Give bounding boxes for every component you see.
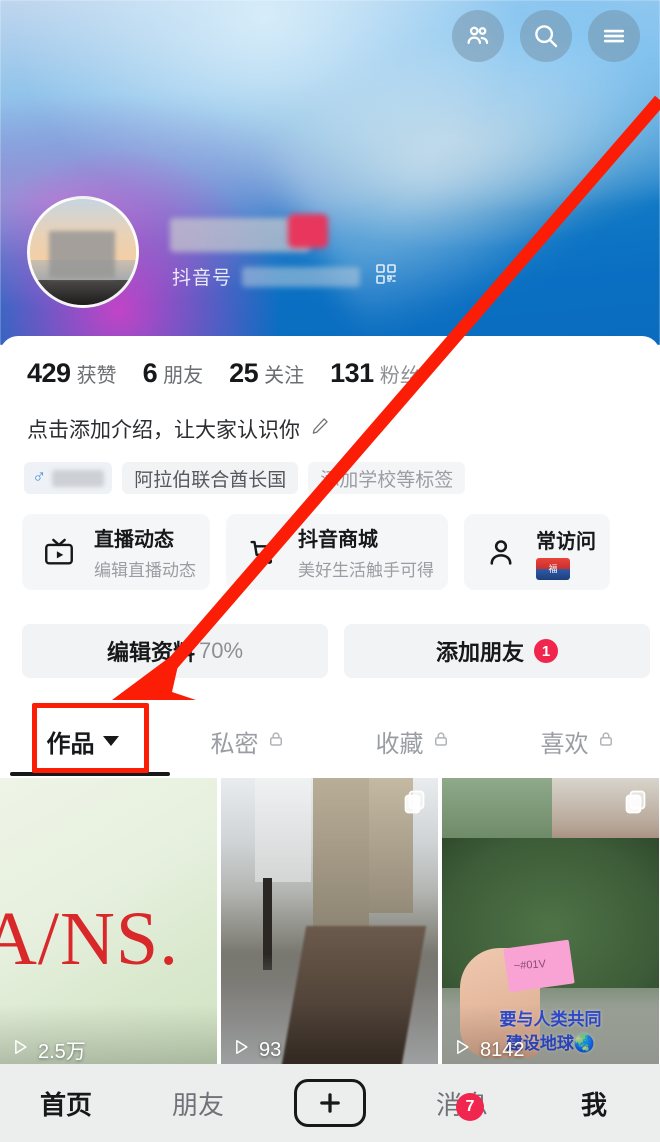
multi-photo-icon xyxy=(404,790,426,816)
pencil-icon xyxy=(310,416,330,442)
nav-item-create[interactable] xyxy=(264,1079,396,1127)
card-live-dynamic-subtitle: 编辑直播动态 xyxy=(94,561,196,580)
add-intro-text: 点击添加介绍，让大家认识你 xyxy=(27,419,300,442)
add-friend-button[interactable]: 添加朋友 1 xyxy=(344,624,650,678)
tag-chip-location-label: 阿拉伯联合酋长国 xyxy=(134,469,287,491)
card-live-dynamic-title: 直播动态 xyxy=(94,529,174,551)
top-action-bar xyxy=(452,10,640,62)
wide-button-row: 编辑资料 70% 添加朋友 1 xyxy=(22,624,650,678)
stat-following-count: 25 xyxy=(229,358,259,388)
tag-chip-row: ♂ 阿拉伯联合酋长国 添加学校等标签 xyxy=(24,462,466,494)
lock-icon xyxy=(597,727,615,755)
play-icon xyxy=(10,1036,30,1064)
tab-liked[interactable]: 喜欢 xyxy=(495,724,660,759)
edit-profile-button[interactable]: 编辑资料 70% xyxy=(22,624,328,678)
stat-friends-count: 6 xyxy=(142,358,158,388)
plus-icon[interactable] xyxy=(294,1079,366,1127)
stats-row: 429 获赞 6 朋友 25 关注 131 粉丝 xyxy=(27,358,446,389)
douyin-profile-screen: 抖音号 429 获赞 6 朋友 25 关注 131 粉丝 点击添加介绍，让大家认… xyxy=(0,0,660,1142)
friends-icon-button[interactable] xyxy=(452,10,504,62)
shortcut-card-row: 直播动态 编辑直播动态 抖音商城 美好生活触手可得 常访问 福 xyxy=(22,514,610,590)
annotation-highlight-box xyxy=(32,703,149,773)
live-tv-icon xyxy=(36,529,82,575)
tag-chip-add-school-label: 添加学校等标签 xyxy=(320,469,454,491)
card-frequent-visits[interactable]: 常访问 福 xyxy=(464,514,610,590)
add-friend-badge: 1 xyxy=(534,639,558,663)
tag-chip-location[interactable]: 阿拉伯联合酋长国 xyxy=(122,462,299,494)
person-icon xyxy=(478,529,524,575)
nav-item-me-label: 我 xyxy=(580,1089,607,1120)
video-play-count: 2.5万 xyxy=(10,1035,86,1064)
video-sticky-note-text: ~#01V xyxy=(513,958,547,973)
tab-private[interactable]: 私密 xyxy=(165,724,330,759)
nav-item-friends-label: 朋友 xyxy=(171,1089,224,1120)
card-frequent-visits-thumb: 福 xyxy=(536,557,570,580)
stat-following[interactable]: 25 关注 xyxy=(229,358,304,389)
video-cell[interactable]: A/NS. 2.5万 xyxy=(0,778,217,1074)
profile-banner: 抖音号 xyxy=(0,0,660,345)
card-shopping-mall-subtitle: 美好生活触手可得 xyxy=(298,561,434,580)
tag-chip-gender-blurred-value xyxy=(52,469,105,487)
nickname-badge-blurred xyxy=(288,214,328,248)
video-play-count-value: 93 xyxy=(259,1038,282,1061)
tab-favorites-label: 收藏 xyxy=(375,730,424,758)
video-cell[interactable]: 93 xyxy=(221,778,438,1074)
shopping-cart-icon xyxy=(240,529,286,575)
nav-item-home[interactable]: 首页 xyxy=(0,1085,132,1122)
video-play-count-value: 2.5万 xyxy=(38,1041,86,1063)
nav-item-messages[interactable]: 消息 7 xyxy=(396,1085,528,1122)
nav-item-home-label: 首页 xyxy=(39,1089,92,1120)
male-icon: ♂ xyxy=(32,467,47,488)
avatar[interactable] xyxy=(27,196,139,308)
lock-icon xyxy=(267,727,285,755)
nav-item-friends[interactable]: 朋友 xyxy=(132,1085,264,1122)
multi-photo-icon xyxy=(625,790,647,816)
video-grid: A/NS. 2.5万 93 ~#01V 8142 xyxy=(0,778,660,1074)
stat-followers-label: 粉丝 xyxy=(379,365,420,387)
stat-friends[interactable]: 6 朋友 xyxy=(143,358,204,389)
menu-icon-button[interactable] xyxy=(588,10,640,62)
play-icon xyxy=(231,1036,251,1064)
lock-icon xyxy=(432,727,450,755)
tag-chip-add-school[interactable]: 添加学校等标签 xyxy=(308,462,466,494)
edit-profile-percent: 70% xyxy=(198,638,244,663)
tab-favorites[interactable]: 收藏 xyxy=(330,724,495,759)
tab-private-label: 私密 xyxy=(210,730,259,758)
video-cell[interactable]: ~#01V 要与人类共同 建设地球🌏 xyxy=(442,778,659,1074)
play-icon xyxy=(452,1036,472,1064)
video-play-count: 8142 xyxy=(452,1036,525,1064)
tab-liked-label: 喜欢 xyxy=(540,730,589,758)
douyin-id-label: 抖音号 xyxy=(172,268,233,289)
video-play-count-value: 8142 xyxy=(480,1038,525,1061)
card-shopping-mall[interactable]: 抖音商城 美好生活触手可得 xyxy=(226,514,448,590)
add-friend-label: 添加朋友 xyxy=(435,640,524,665)
stat-likes-label: 获赞 xyxy=(76,365,117,387)
video-sticky-note: ~#01V xyxy=(503,939,575,993)
add-intro-row[interactable]: 点击添加介绍，让大家认识你 xyxy=(27,414,330,444)
stat-likes[interactable]: 429 获赞 xyxy=(27,358,117,389)
stat-following-label: 关注 xyxy=(264,365,305,387)
stat-followers-count: 131 xyxy=(330,358,374,388)
bottom-navigation-bar: 首页 朋友 消息 7 我 xyxy=(0,1064,660,1142)
card-frequent-visits-title: 常访问 xyxy=(536,530,596,553)
search-icon-button[interactable] xyxy=(520,10,572,62)
douyin-id-value-blurred xyxy=(242,266,361,287)
search-icon xyxy=(531,21,561,51)
stat-followers[interactable]: 131 粉丝 xyxy=(330,358,420,389)
nav-item-me[interactable]: 我 xyxy=(528,1085,660,1122)
nav-item-messages-badge: 7 xyxy=(456,1092,484,1121)
friends-icon xyxy=(463,21,493,51)
card-shopping-mall-title: 抖音商城 xyxy=(298,529,378,551)
card-live-dynamic[interactable]: 直播动态 编辑直播动态 xyxy=(22,514,210,590)
qr-code-icon[interactable] xyxy=(374,262,398,291)
menu-icon xyxy=(599,21,629,51)
video-overlay-text: A/NS. xyxy=(0,897,180,981)
video-play-count: 93 xyxy=(231,1036,281,1064)
stat-friends-label: 朋友 xyxy=(163,365,204,387)
tag-chip-gender[interactable]: ♂ xyxy=(24,462,113,494)
edit-profile-label: 编辑资料 xyxy=(106,640,195,665)
stat-likes-count: 429 xyxy=(27,358,71,388)
douyin-id-row[interactable]: 抖音号 xyxy=(172,262,572,291)
